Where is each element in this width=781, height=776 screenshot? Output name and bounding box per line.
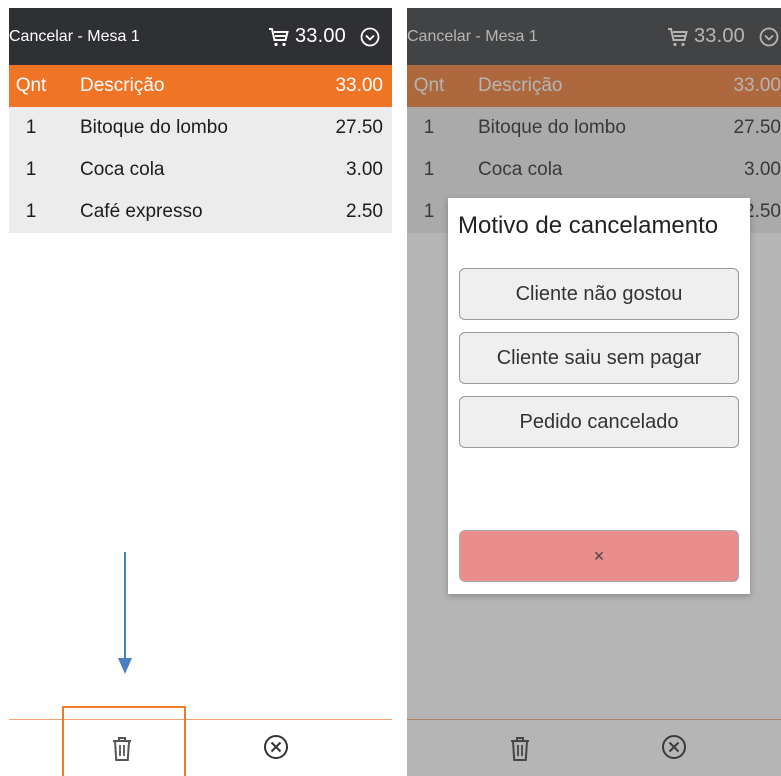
top-bar: Cancelar - Mesa 1 33.00: [9, 8, 392, 65]
reason-button-order-cancelled[interactable]: Pedido cancelado: [459, 396, 739, 448]
table-row[interactable]: 1 Café expresso 2.50: [9, 191, 392, 233]
stage: Cancelar - Mesa 1 33.00 Qnt Descrição 33…: [0, 0, 781, 776]
row-qty: 1: [25, 159, 37, 180]
dialog-close-button[interactable]: ×: [459, 530, 739, 582]
annotation-arrow: [118, 552, 132, 674]
trash-highlight-box: [62, 706, 186, 776]
row-qty: 1: [25, 117, 37, 138]
row-price: 3.00: [346, 159, 383, 180]
order-list: 1 Bitoque do lombo 27.50 1 Coca cola 3.0…: [9, 107, 392, 233]
cart-total: 33.00: [294, 25, 346, 47]
table-header: Qnt Descrição 33.00: [9, 65, 392, 107]
close-circle-icon[interactable]: [262, 733, 290, 761]
row-description: Coca cola: [80, 159, 165, 180]
row-description: Café expresso: [80, 201, 203, 222]
row-price: 27.50: [335, 117, 383, 138]
row-description: Bitoque do lombo: [80, 117, 228, 138]
reason-button-client-left-unpaid[interactable]: Cliente saiu sem pagar: [459, 332, 739, 384]
row-qty: 1: [25, 201, 37, 222]
header-description: Descrição: [80, 75, 165, 96]
page-title: Cancelar - Mesa 1: [9, 28, 140, 45]
cancel-reason-dialog: Motivo de cancelamento Cliente não gosto…: [448, 198, 750, 594]
header-total: 33.00: [335, 75, 383, 96]
cart-icon[interactable]: [267, 25, 291, 49]
header-qty: Qnt: [15, 75, 47, 96]
reason-button-client-disliked[interactable]: Cliente não gostou: [459, 268, 739, 320]
screen-left: Cancelar - Mesa 1 33.00 Qnt Descrição 33…: [9, 8, 392, 776]
table-row[interactable]: 1 Bitoque do lombo 27.50: [9, 107, 392, 149]
table-row[interactable]: 1 Coca cola 3.00: [9, 149, 392, 191]
row-price: 2.50: [346, 201, 383, 222]
chevron-down-circle-icon[interactable]: [360, 27, 380, 47]
dialog-title: Motivo de cancelamento: [458, 212, 719, 239]
